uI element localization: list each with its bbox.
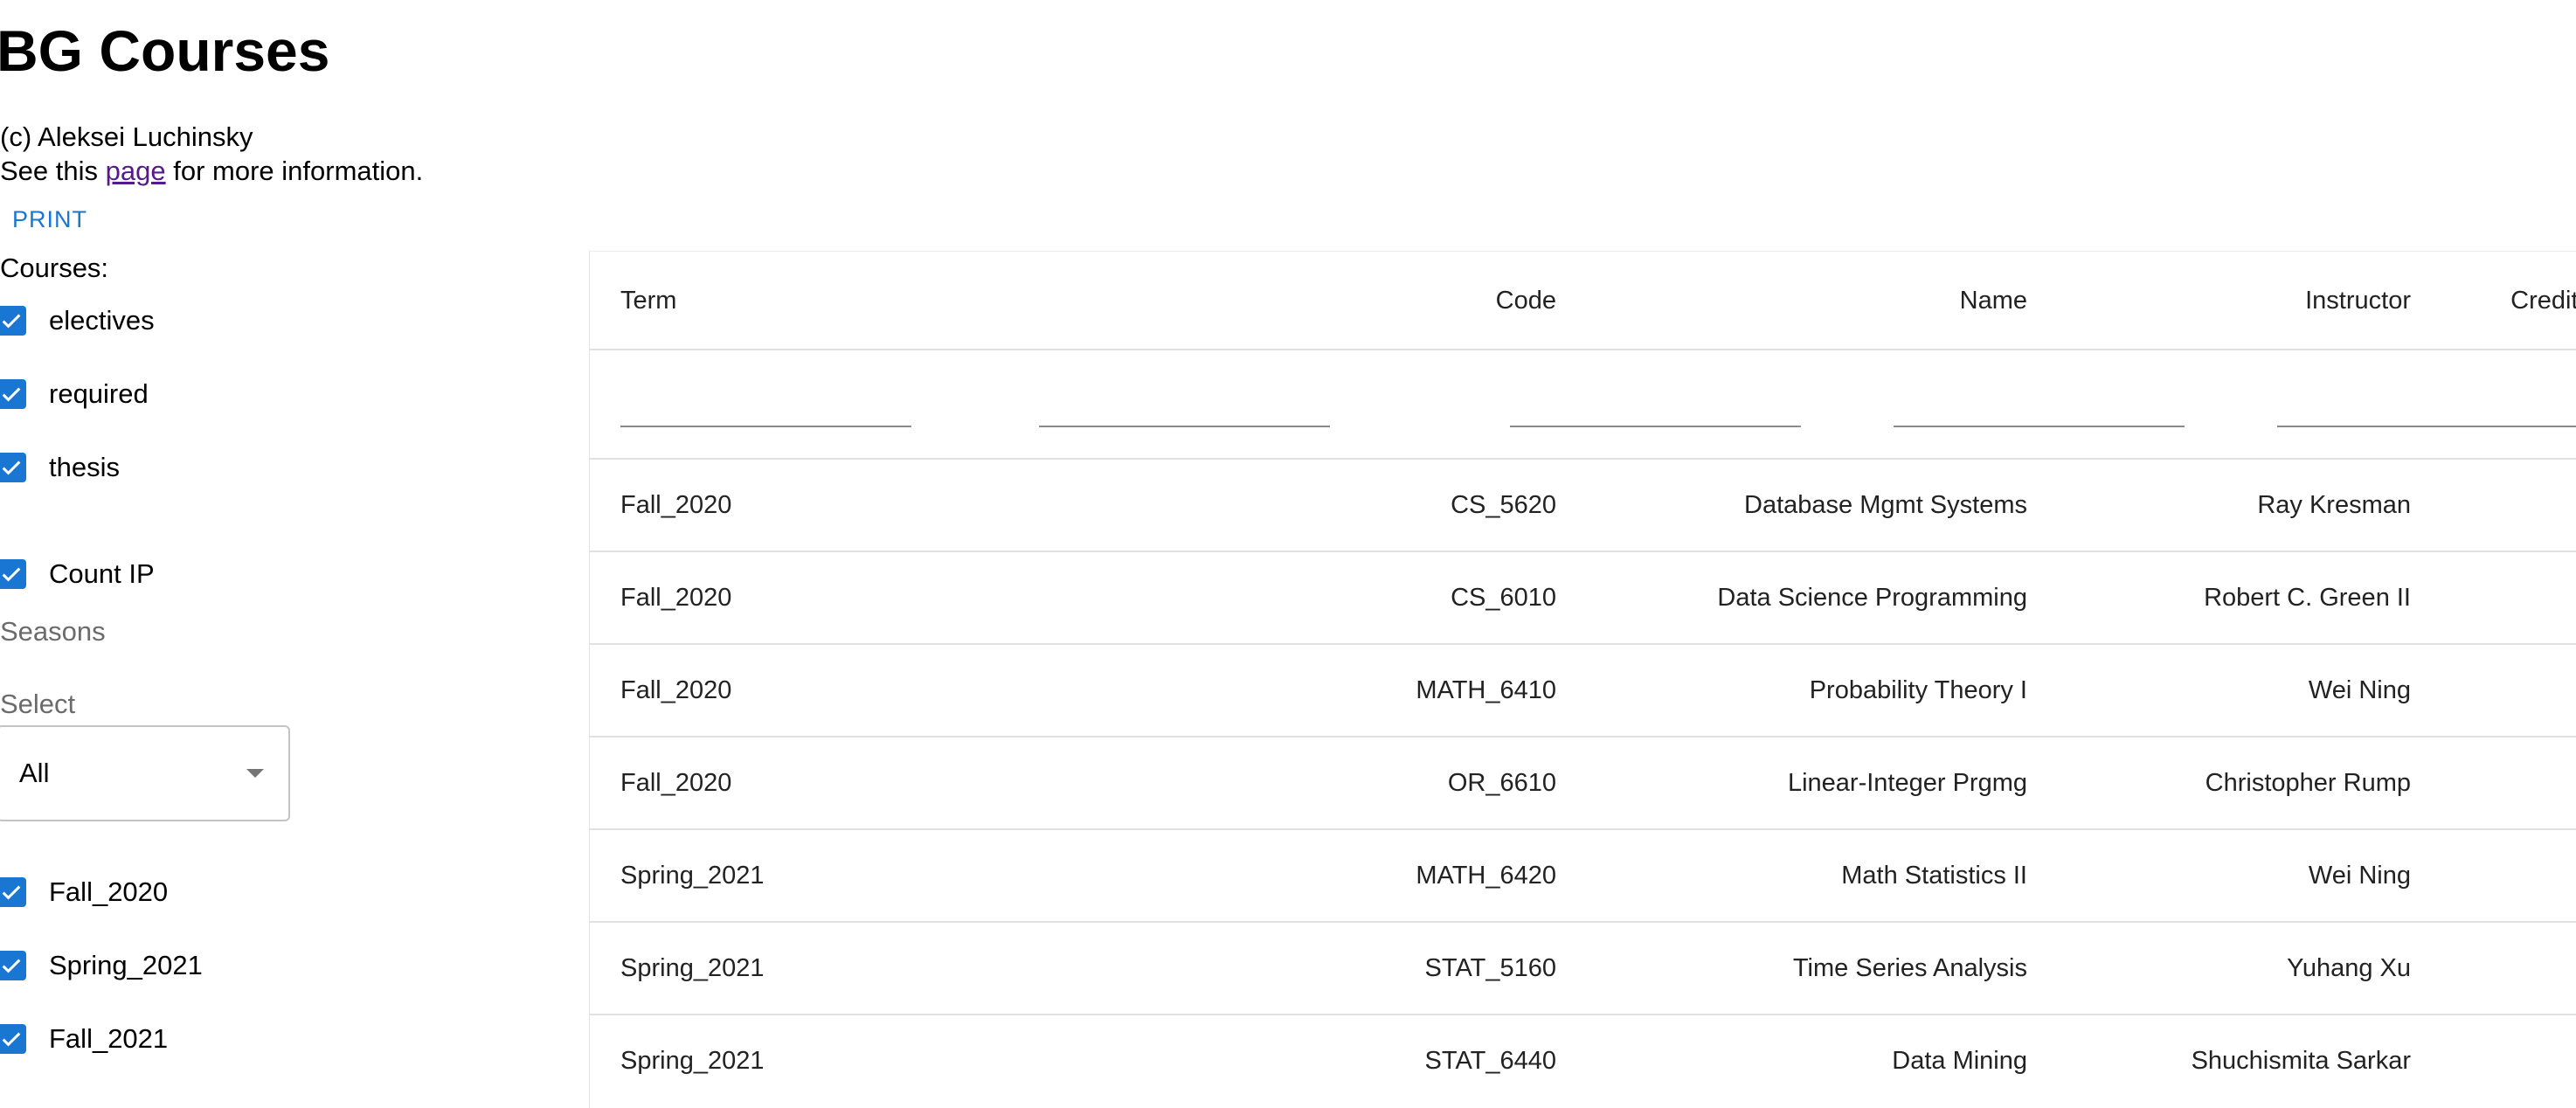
cell-instructor: Wei Ning <box>2308 676 2411 704</box>
checkbox-label: electives <box>49 305 155 336</box>
cell-name: Data Science Programming <box>1717 584 2027 612</box>
checkbox-label: thesis <box>49 452 120 482</box>
info-line: See this page for more information. <box>0 154 423 189</box>
cell-term: Spring_2021 <box>620 862 765 890</box>
caret-down-icon <box>246 769 264 778</box>
checkbox-required[interactable]: required <box>0 372 149 416</box>
checkbox-spring-2021[interactable]: Spring_2021 <box>0 944 203 987</box>
checkbox-checked-icon[interactable] <box>0 379 26 409</box>
seasons-label: Seasons <box>0 616 106 647</box>
cell-instructor: Shuchismita Sarkar <box>2191 1047 2411 1075</box>
cell-term: Fall_2020 <box>620 676 732 704</box>
cell-code: CS_6010 <box>1451 584 1556 612</box>
checkbox-count-ip[interactable]: Count IP <box>0 552 155 596</box>
checkbox-label: Spring_2021 <box>49 950 203 980</box>
cell-code: CS_5620 <box>1451 491 1556 519</box>
cell-code: MATH_6410 <box>1416 676 1556 704</box>
checkbox-fall-2021[interactable]: Fall_2021 <box>0 1017 168 1061</box>
cell-name: Math Statistics II <box>1841 862 2027 890</box>
table-row[interactable]: Fall_2020 CS_5620 Database Mgmt Systems … <box>590 460 2576 552</box>
table-row[interactable]: Spring_2021 MATH_6420 Math Statistics II… <box>590 830 2576 923</box>
cell-name: Time Series Analysis <box>1792 954 2027 982</box>
column-header-name[interactable]: Name <box>1960 287 2027 315</box>
checkbox-checked-icon[interactable] <box>0 453 26 482</box>
table-filter-row <box>590 350 2576 460</box>
table-row[interactable]: Spring_2021 STAT_6440 Data Mining Shuchi… <box>590 1015 2576 1108</box>
table-header-row: Term Code Name Instructor Credits <box>590 252 2576 350</box>
author-credit: (c) Aleksei Luchinsky <box>0 121 253 152</box>
select-label: Select <box>0 689 76 719</box>
cell-code: STAT_6440 <box>1424 1047 1556 1075</box>
checkbox-thesis[interactable]: thesis <box>0 446 120 489</box>
filter-input-instructor[interactable] <box>1894 426 2185 427</box>
checkbox-label: Fall_2021 <box>49 1023 169 1054</box>
cell-instructor: Christopher Rump <box>2205 769 2411 797</box>
checkbox-fall-2020[interactable]: Fall_2020 <box>0 870 168 914</box>
cell-name: Linear-Integer Prgmg <box>1787 769 2027 797</box>
table-row[interactable]: Fall_2020 CS_6010 Data Science Programmi… <box>590 552 2576 645</box>
cell-term: Fall_2020 <box>620 584 732 612</box>
cell-name: Data Mining <box>1892 1047 2027 1075</box>
cell-instructor: Robert C. Green II <box>2204 584 2411 612</box>
filter-input-name[interactable] <box>1510 426 1801 427</box>
cell-code: OR_6610 <box>1447 769 1556 797</box>
cell-name: Database Mgmt Systems <box>1744 491 2027 519</box>
cell-term: Spring_2021 <box>620 1047 765 1075</box>
cell-name: Probability Theory I <box>1809 676 2027 704</box>
cell-code: MATH_6420 <box>1416 862 1556 890</box>
cell-instructor: Ray Kresman <box>2257 491 2411 519</box>
cell-instructor: Yuhang Xu <box>2287 954 2411 982</box>
page-title: BG Courses <box>0 18 330 83</box>
select-value: All <box>19 758 50 788</box>
season-select[interactable]: All <box>0 725 290 821</box>
checkbox-checked-icon[interactable] <box>0 559 26 589</box>
checkbox-checked-icon[interactable] <box>0 306 26 336</box>
column-header-credits[interactable]: Credits <box>2510 287 2576 315</box>
courses-table: Term Code Name Instructor Credits Fall_2… <box>589 251 2576 1108</box>
table-row[interactable]: Fall_2020 MATH_6410 Probability Theory I… <box>590 645 2576 738</box>
checkbox-checked-icon[interactable] <box>0 951 26 980</box>
cell-term: Fall_2020 <box>620 491 732 519</box>
column-header-code[interactable]: Code <box>1496 287 1556 315</box>
filter-input-term[interactable] <box>620 426 911 427</box>
info-page-link[interactable]: page <box>106 156 166 186</box>
checkbox-checked-icon[interactable] <box>0 877 26 907</box>
cell-term: Spring_2021 <box>620 954 765 982</box>
filter-input-credits[interactable] <box>2277 426 2576 427</box>
cell-instructor: Wei Ning <box>2308 862 2411 890</box>
checkbox-label: Fall_2020 <box>49 876 169 907</box>
filter-input-code[interactable] <box>1039 426 1330 427</box>
checkbox-label: Count IP <box>49 558 155 589</box>
table-row[interactable]: Spring_2021 STAT_5160 Time Series Analys… <box>590 923 2576 1015</box>
table-row[interactable]: Fall_2020 OR_6610 Linear-Integer Prgmg C… <box>590 738 2576 830</box>
courses-label: Courses: <box>0 253 109 283</box>
checkbox-checked-icon[interactable] <box>0 1024 26 1054</box>
checkbox-label: required <box>49 378 149 409</box>
info-prefix: See this <box>0 156 99 186</box>
column-header-term[interactable]: Term <box>620 287 676 315</box>
column-header-instructor[interactable]: Instructor <box>2305 287 2411 315</box>
info-suffix: for more information. <box>173 156 424 186</box>
cell-term: Fall_2020 <box>620 769 732 797</box>
checkbox-electives[interactable]: electives <box>0 299 155 343</box>
cell-code: STAT_5160 <box>1424 954 1556 982</box>
print-button[interactable]: PRINT <box>0 200 100 239</box>
